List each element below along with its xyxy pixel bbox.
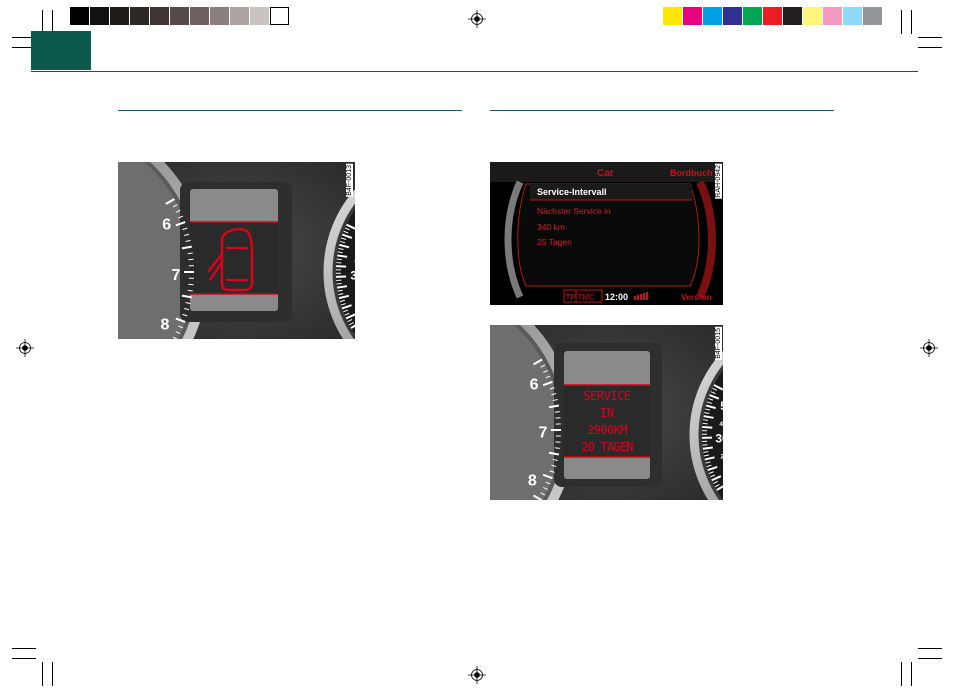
gauge-tick xyxy=(336,265,347,268)
figure-cluster-service: 6 7 8 50 40 30 20 10 SERVICE IN 2900KM 20 TAGE… xyxy=(490,325,723,500)
service-line: 20 TAGEN xyxy=(581,440,633,454)
section-rule-left xyxy=(118,110,462,111)
color-swatch xyxy=(210,7,229,25)
color-swatch xyxy=(743,7,762,25)
mmi-menu-title: Car xyxy=(597,168,614,179)
gauge-label: 30 xyxy=(715,431,723,445)
gauge-label: 7 xyxy=(539,425,548,442)
color-swatch xyxy=(190,7,209,25)
color-swatch xyxy=(763,7,782,25)
gauge-tick xyxy=(703,419,709,421)
mmi-menu-right: Bordbuch xyxy=(670,168,713,178)
color-swatch xyxy=(110,7,129,25)
gauge-label: 50 xyxy=(720,399,723,413)
mmi-line: 340 km xyxy=(537,222,565,232)
color-swatch xyxy=(703,7,722,25)
registration-mark-icon xyxy=(920,339,938,357)
gauge-tick xyxy=(336,258,342,261)
color-swatch xyxy=(270,7,289,25)
gauge-tick xyxy=(702,422,708,425)
gauge-label: 6 xyxy=(530,377,539,394)
figure-code: B4F-0015 xyxy=(715,327,722,360)
color-swatch xyxy=(843,7,862,25)
gauge-tick xyxy=(336,282,342,285)
status-tmc: TMC xyxy=(578,293,596,302)
gauge-label: 8 xyxy=(160,317,169,334)
color-swatch xyxy=(150,7,169,25)
color-swatch xyxy=(783,7,802,25)
gauge-tick xyxy=(336,285,348,289)
gauge-tick xyxy=(554,447,560,449)
chapter-tab xyxy=(31,31,91,70)
registration-mark-icon xyxy=(468,666,486,684)
status-tp: TP xyxy=(566,293,576,302)
figure-mmi-service: Car Bordbuch Service-Intervall Nächster … xyxy=(490,162,723,305)
registration-mark-icon xyxy=(16,339,34,357)
color-swatch xyxy=(863,7,882,25)
mmi-line: Nächster Service in xyxy=(537,206,611,216)
gauge-label: 40 xyxy=(354,258,355,265)
registration-mark-icon xyxy=(468,10,486,28)
gauge-label: 30 xyxy=(350,268,355,282)
mmi-line: 25 Tagen xyxy=(537,237,572,247)
mmi-header: Service-Intervall xyxy=(537,187,607,197)
status-time: 12:00 xyxy=(605,292,628,302)
gauge-label: 6 xyxy=(162,217,171,234)
color-swatch xyxy=(170,7,189,25)
service-line: IN xyxy=(600,406,614,420)
color-swatch xyxy=(90,7,109,25)
gauge-label: 7 xyxy=(172,267,181,284)
figure-door-warning: 678 5040302010 xyxy=(118,162,355,339)
color-swatch xyxy=(803,7,822,25)
gauge-tick xyxy=(702,425,713,429)
gauge-tick xyxy=(187,252,193,255)
color-swatch xyxy=(683,7,702,25)
color-swatch xyxy=(250,7,269,25)
service-line: SERVICE xyxy=(583,389,630,403)
color-swatch xyxy=(70,7,89,25)
service-line: 2900KM xyxy=(587,423,628,437)
section-rule-right xyxy=(490,110,834,111)
mmi-bottom-right: Version xyxy=(681,292,712,302)
gauge-tick xyxy=(187,289,193,292)
color-swatch xyxy=(823,7,842,25)
gauge-label: 10 xyxy=(722,463,723,477)
gauge-tick xyxy=(554,411,560,413)
gauge-tick xyxy=(702,446,713,450)
header-rule xyxy=(31,71,918,72)
gauge-label: 20 xyxy=(720,454,723,461)
gauge-label: 40 xyxy=(719,421,723,428)
color-swatch xyxy=(663,7,682,25)
figure-code: RAH-0942 xyxy=(715,164,722,199)
gauge-label: 8 xyxy=(528,473,537,490)
figure-code: B4F-0013 xyxy=(346,164,353,197)
color-swatch xyxy=(230,7,249,25)
color-swatch xyxy=(130,7,149,25)
color-swatch xyxy=(723,7,742,25)
